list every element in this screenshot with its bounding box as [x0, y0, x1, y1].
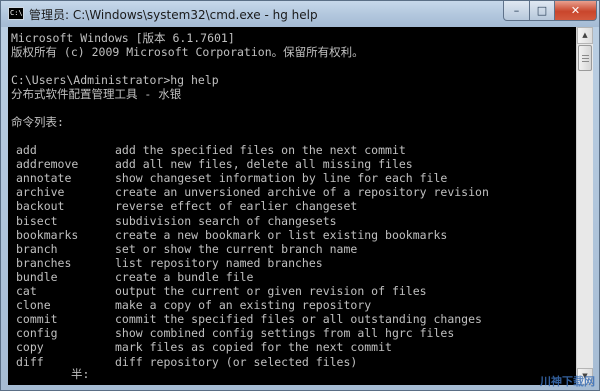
command-name: branches: [16, 255, 72, 270]
title-bar[interactable]: C:\ 管理员: C:\Windows\system32\cmd.exe - h…: [1, 1, 599, 27]
command-description: show changeset information by line for e…: [115, 171, 448, 186]
site-watermark: 川神下载网: [540, 375, 595, 388]
command-name: branch: [16, 241, 58, 256]
command-name: addremove: [16, 157, 79, 172]
cmd-app-icon[interactable]: C:\: [8, 7, 24, 20]
command-description: list repository named branches: [115, 255, 323, 270]
grip-line: [582, 58, 589, 59]
command-name: config: [16, 326, 58, 341]
command-description: commit the specified files or all outsta…: [115, 312, 482, 327]
console-prompt-line: C:\Users\Administrator>hg help: [11, 73, 219, 87]
command-name: backout: [16, 199, 65, 214]
console-output[interactable]: Microsoft Windows [版本 6.1.7601] 版权所有 (c)…: [8, 27, 576, 385]
command-description: create a new bookmark or list existing b…: [115, 227, 448, 242]
command-description: add all new files, delete all missing fi…: [115, 157, 413, 172]
command-description: reverse effect of earlier changeset: [115, 199, 358, 214]
command-name: clone: [16, 298, 51, 313]
command-description: make a copy of an existing repository: [115, 298, 372, 313]
command-description: set or show the current branch name: [115, 241, 358, 256]
command-name: commit: [16, 312, 58, 327]
command-description: create a bundle file: [115, 269, 254, 284]
command-name: bundle: [16, 269, 58, 284]
command-name: bisect: [16, 213, 58, 228]
command-description: show combined config settings from all h…: [115, 326, 455, 341]
scroll-thumb[interactable]: [578, 45, 592, 71]
command-description: subdivision search of changesets: [115, 213, 337, 228]
arrow-up-icon: ▲: [582, 31, 588, 39]
console-line: 分布式软件配置管理工具 - 水银: [11, 87, 182, 101]
command-name: annotate: [16, 171, 72, 186]
console-line: 命令列表:: [11, 115, 64, 129]
command-name: add: [16, 143, 37, 157]
cmd-window: C:\ 管理员: C:\Windows\system32\cmd.exe - h…: [0, 0, 600, 391]
command-description: add the specified files on the next comm…: [115, 143, 406, 157]
command-name: diff: [16, 354, 44, 369]
maximize-icon: □: [536, 4, 548, 17]
command-name: archive: [16, 185, 65, 200]
command-description: output the current or given revision of …: [115, 284, 427, 298]
vertical-scrollbar[interactable]: ▲ ▼: [576, 27, 593, 385]
console-line: Microsoft Windows [版本 6.1.7601]: [11, 31, 235, 45]
close-button[interactable]: ✕: [554, 1, 597, 21]
command-description: create an unversioned archive of a repos…: [115, 185, 489, 200]
command-name: copy: [16, 340, 44, 355]
command-name: bookmarks: [16, 227, 79, 242]
window-title: 管理员: C:\Windows\system32\cmd.exe - hg he…: [29, 8, 318, 22]
command-description: mark files as copied for the next commit: [115, 340, 392, 355]
ime-status: 半:: [71, 367, 90, 381]
maximize-button[interactable]: □: [529, 1, 555, 21]
grip-line: [582, 61, 589, 62]
grip-line: [582, 55, 589, 56]
command-description: diff repository (or selected files): [115, 354, 358, 369]
console-line: 版权所有 (c) 2009 Microsoft Corporation。保留所有…: [11, 45, 364, 59]
minimize-icon: –: [513, 4, 520, 17]
close-icon: ✕: [570, 4, 581, 17]
minimize-button[interactable]: –: [503, 1, 530, 21]
scroll-up-button[interactable]: ▲: [577, 27, 593, 44]
command-name: cat: [16, 284, 37, 298]
